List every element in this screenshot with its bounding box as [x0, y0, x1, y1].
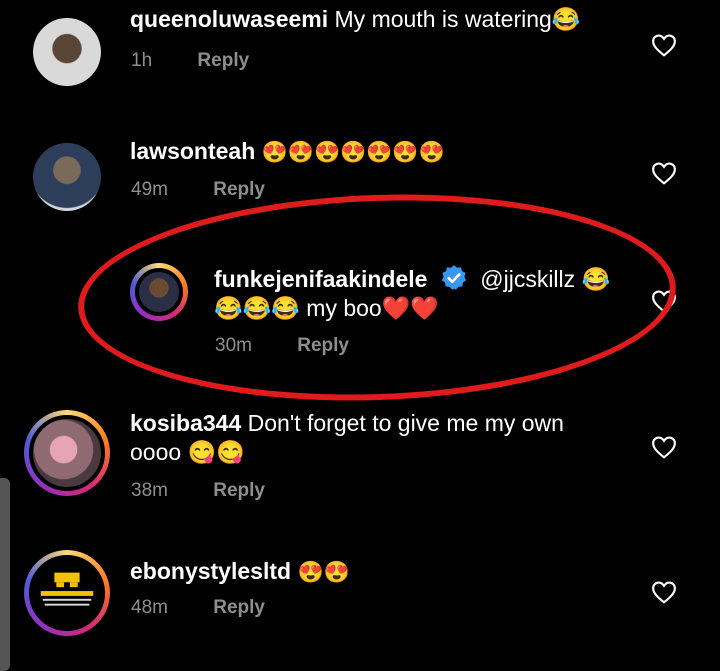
- heart-outline-icon[interactable]: [651, 33, 677, 57]
- heart-outline-icon[interactable]: [651, 435, 677, 459]
- reply-button[interactable]: Reply: [213, 480, 265, 501]
- comment-time: 38m: [131, 480, 168, 501]
- heart-outline-icon[interactable]: [651, 580, 677, 604]
- heart-outline-icon[interactable]: [651, 161, 677, 185]
- edge-panel-handle[interactable]: [0, 478, 10, 671]
- heart-outline-icon[interactable]: [651, 289, 677, 313]
- comment-username[interactable]: funkejenifaakindele: [214, 266, 427, 292]
- comment-username[interactable]: kosiba344: [130, 410, 241, 436]
- comment-time: 48m: [131, 597, 168, 618]
- avatar[interactable]: [130, 263, 188, 321]
- avatar[interactable]: [33, 143, 101, 211]
- comment-username[interactable]: ebonystylesltd: [130, 558, 291, 584]
- comment-text: 😂😂😂 my boo❤️❤️: [214, 295, 440, 321]
- comment-username[interactable]: lawsonteah: [130, 138, 255, 164]
- avatar[interactable]: [24, 410, 110, 496]
- comment-time: 49m: [131, 179, 168, 200]
- comment-time: 1h: [131, 50, 153, 71]
- comment-text: 😍😍: [297, 561, 350, 584]
- comment-time: 30m: [215, 335, 252, 356]
- avatar[interactable]: [33, 18, 101, 86]
- comment-text: oooo 😋😋: [130, 439, 245, 465]
- comment-text: @jjcskillz 😂: [480, 266, 611, 292]
- comment-text: 😍😍😍😍😍😍😍: [261, 141, 445, 164]
- reply-button[interactable]: Reply: [297, 335, 349, 356]
- ebonystyles-logo: [40, 572, 94, 606]
- comment-username[interactable]: queenoluwaseemi: [130, 6, 328, 32]
- comment-text: My mouth is watering😂: [334, 6, 581, 32]
- reply-button[interactable]: Reply: [213, 597, 265, 618]
- verified-badge-icon: [441, 265, 466, 290]
- reply-button[interactable]: Reply: [197, 50, 249, 71]
- comment-text: Don't forget to give me my own: [247, 410, 564, 436]
- avatar[interactable]: [24, 550, 110, 636]
- reply-button[interactable]: Reply: [213, 179, 265, 200]
